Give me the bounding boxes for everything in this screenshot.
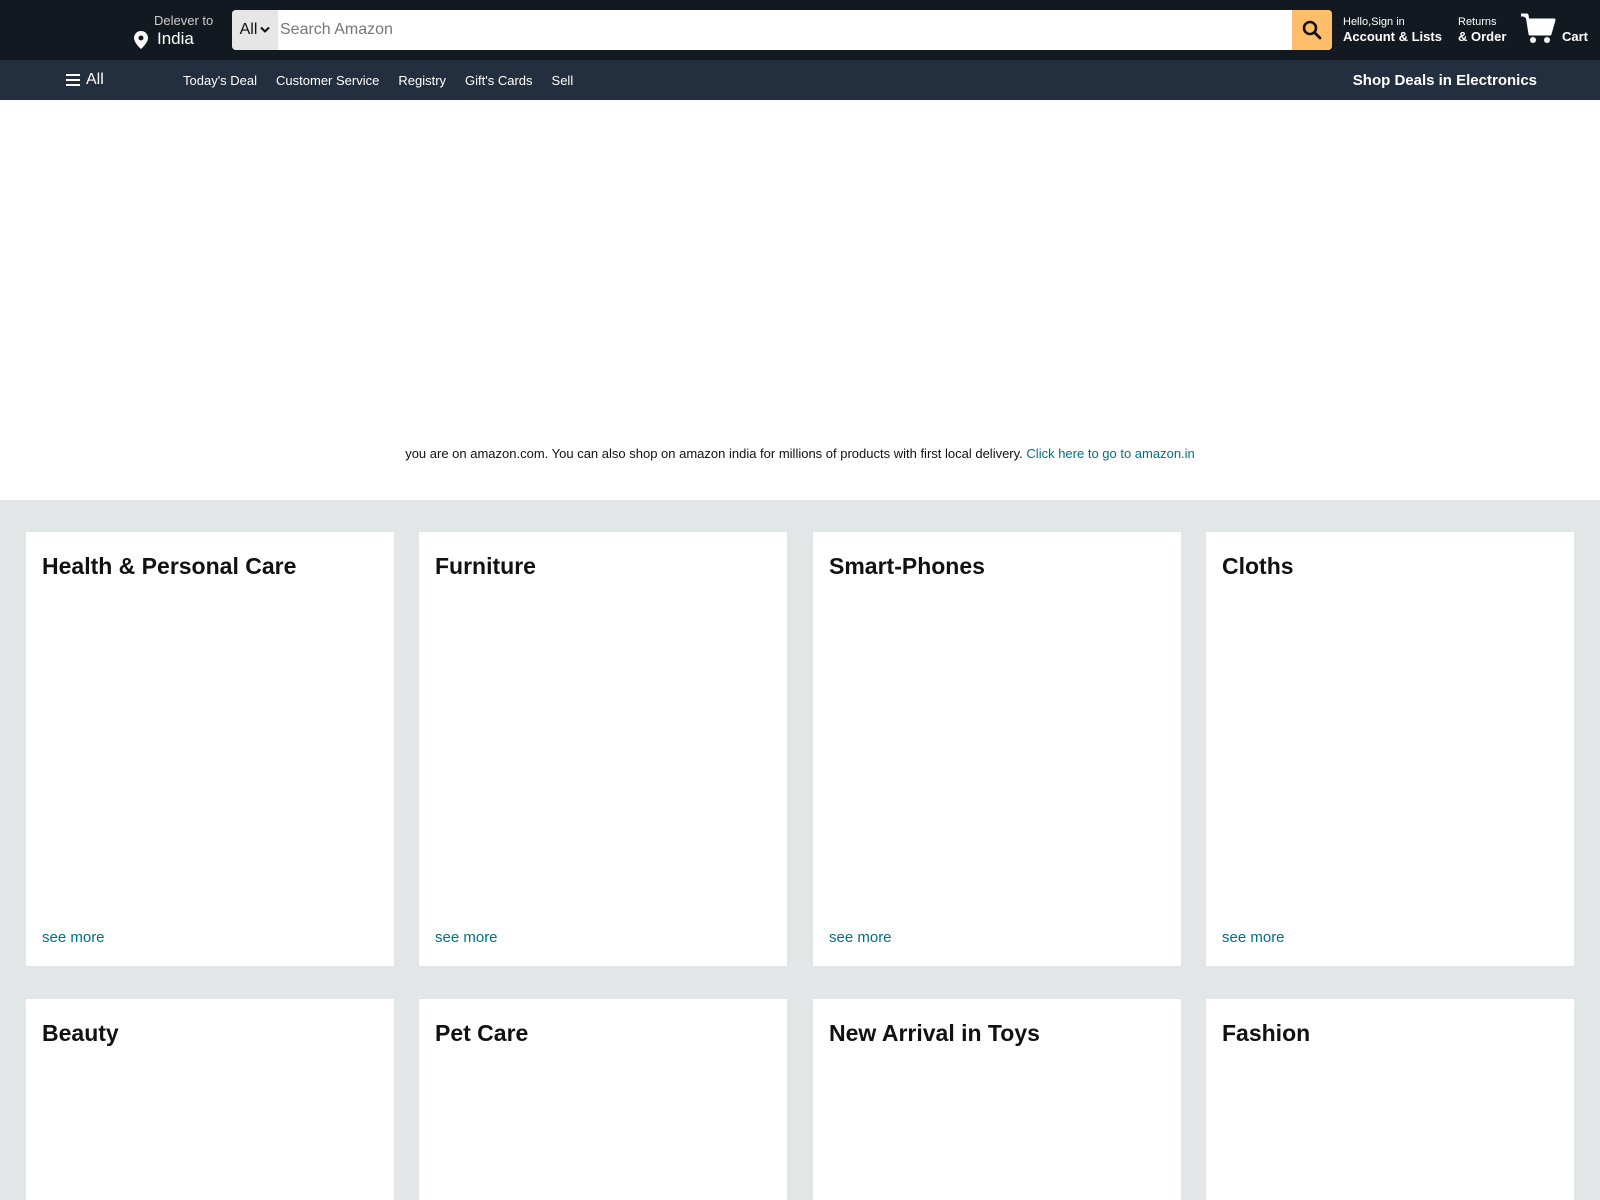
card-title: Cloths — [1222, 553, 1294, 579]
top-header: Delever to India All Hello,Sign in Accou… — [0, 0, 1600, 60]
category-cards-area: Health & Personal Care see more Furnitur… — [0, 500, 1600, 1200]
orders-label: & Order — [1458, 29, 1507, 44]
all-menu-button[interactable]: All — [66, 70, 104, 90]
category-card-furniture[interactable]: Furniture see more — [419, 532, 787, 966]
nav-link-sell[interactable]: Sell — [552, 73, 574, 88]
nav-link-registry[interactable]: Registry — [398, 73, 446, 88]
cart-label: Cart — [1562, 29, 1589, 44]
deliver-location: India — [157, 29, 194, 48]
location-pin-icon — [134, 31, 148, 49]
card-title: Smart-Phones — [829, 553, 985, 579]
nav-link-customer-service[interactable]: Customer Service — [276, 73, 379, 88]
category-card-new-arrival-toys[interactable]: New Arrival in Toys — [813, 999, 1181, 1200]
category-card-pet-care[interactable]: Pet Care — [419, 999, 787, 1200]
card-title: Furniture — [435, 553, 536, 579]
nav-link-gift-cards[interactable]: Gift's Cards — [465, 73, 533, 88]
amazon-india-link[interactable]: Click here to go to amazon.in — [1026, 446, 1194, 461]
cart-icon — [1521, 13, 1556, 43]
card-title: Beauty — [42, 1020, 119, 1046]
account-and-lists[interactable]: Hello,Sign in Account & Lists — [1343, 16, 1442, 45]
account-label: Account & Lists — [1343, 29, 1442, 44]
cart-button[interactable]: Cart — [1520, 12, 1592, 48]
search-button[interactable] — [1292, 10, 1332, 50]
search-input[interactable] — [278, 10, 1286, 50]
see-more-link[interactable]: see more — [1222, 929, 1285, 946]
category-card-cloths[interactable]: Cloths see more — [1206, 532, 1574, 966]
category-card-smart-phones[interactable]: Smart-Phones see more — [813, 532, 1181, 966]
category-card-fashion[interactable]: Fashion — [1206, 999, 1574, 1200]
card-title: Health & Personal Care — [42, 553, 297, 579]
see-more-link[interactable]: see more — [42, 929, 105, 946]
search-bar: All — [232, 10, 1332, 50]
category-card-health-personal-care[interactable]: Health & Personal Care see more — [26, 532, 394, 966]
card-title: New Arrival in Toys — [829, 1020, 1040, 1046]
nav-links: Today's Deal Customer Service Registry G… — [183, 60, 573, 100]
category-card-beauty[interactable]: Beauty — [26, 999, 394, 1200]
all-menu-label: All — [86, 71, 104, 88]
card-title: Pet Care — [435, 1020, 529, 1046]
amazon-india-notice: you are on amazon.com. You can also shop… — [0, 446, 1600, 461]
hamburger-menu-icon — [66, 74, 80, 86]
search-category-select[interactable]: All — [232, 10, 278, 50]
chevron-down-icon — [260, 26, 271, 33]
returns-label: Returns — [1458, 16, 1497, 28]
notice-text: you are on amazon.com. You can also shop… — [405, 446, 1023, 461]
returns-and-orders[interactable]: Returns & Order — [1458, 16, 1506, 45]
see-more-link[interactable]: see more — [829, 929, 892, 946]
account-greeting: Hello,Sign in — [1343, 16, 1405, 28]
card-title: Fashion — [1222, 1020, 1311, 1046]
search-icon — [1302, 20, 1322, 40]
see-more-link[interactable]: see more — [435, 929, 498, 946]
nav-link-todays-deal[interactable]: Today's Deal — [183, 73, 257, 88]
sub-navigation: All Today's Deal Customer Service Regist… — [0, 60, 1600, 100]
deliver-label: Delever to — [154, 13, 214, 28]
shop-deals-electronics-link[interactable]: Shop Deals in Electronics — [1353, 72, 1537, 89]
deliver-to-location[interactable]: Delever to India — [134, 12, 224, 50]
search-category-value: All — [239, 21, 258, 38]
